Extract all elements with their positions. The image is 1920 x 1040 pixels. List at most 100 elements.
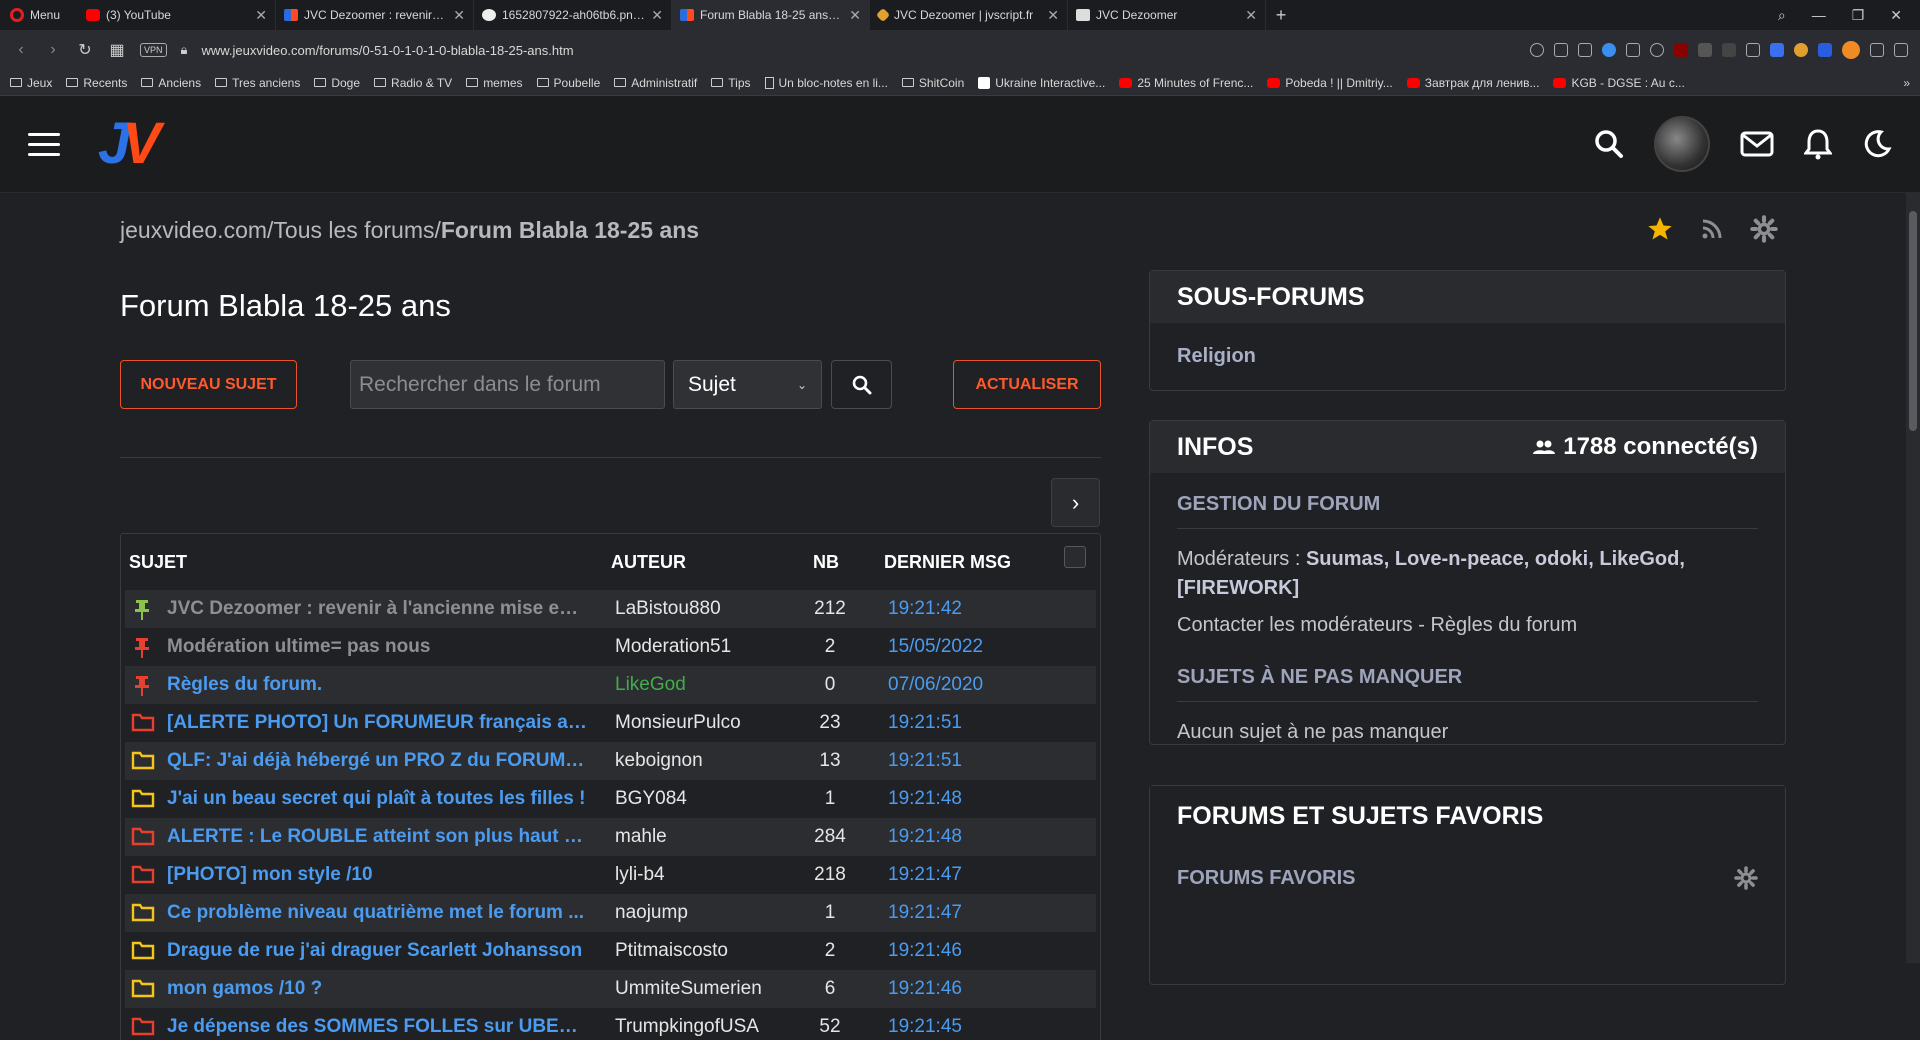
topic-author[interactable]: lyli-b4 [615, 864, 800, 886]
topic-link[interactable]: QLF: J'ai déjà hébergé un PRO Z du FORUM… [167, 750, 587, 772]
page-scrollbar[interactable] [1906, 193, 1920, 963]
avatar[interactable] [1654, 116, 1710, 172]
topic-last-message[interactable]: 19:21:48 [860, 788, 1020, 810]
topic-author[interactable]: keboignon [615, 750, 800, 772]
speed-dial-icon[interactable]: ▦ [108, 40, 126, 60]
bulb-icon[interactable] [1794, 43, 1808, 57]
lock-icon[interactable]: 🔒︎ [181, 42, 188, 58]
bookmark-item[interactable]: Завтрак для ленив... [1406, 76, 1539, 90]
jv-logo[interactable]: JV [98, 115, 161, 173]
new-tab-button[interactable]: + [1266, 5, 1296, 26]
camera-icon[interactable] [1578, 43, 1592, 57]
subforum-link-religion[interactable]: Religion [1177, 323, 1758, 390]
vpn-badge[interactable]: VPN [140, 43, 167, 57]
topic-link[interactable]: [ALERTE PHOTO] Un FORUMEUR français a u.… [167, 712, 587, 734]
topic-author[interactable]: LaBistou880 [615, 598, 800, 620]
metamask-icon[interactable] [1842, 41, 1860, 59]
next-page-button[interactable]: › [1051, 478, 1100, 527]
hamburger-menu-icon[interactable] [28, 132, 60, 156]
close-tab-icon[interactable]: ✕ [849, 7, 861, 24]
bookmark-item[interactable]: ShitCoin [901, 76, 964, 90]
topic-link[interactable]: Modération ultime= pas nous [167, 636, 430, 658]
search-scope-select[interactable]: Sujet ⌄ [673, 360, 822, 409]
refresh-button[interactable]: ACTUALISER [953, 360, 1101, 409]
select-all-checkbox[interactable] [1064, 546, 1086, 568]
mail-icon[interactable] [1740, 131, 1774, 157]
forum-rules-link[interactable]: Règles du forum [1430, 614, 1577, 636]
breadcrumb-forums[interactable]: Tous les forums [273, 217, 434, 243]
topic-author[interactable]: Moderation51 [615, 636, 800, 658]
bookmark-item[interactable]: Tres anciens [215, 76, 300, 90]
extension-badge-icon[interactable] [1698, 43, 1712, 57]
forum-search-input[interactable] [350, 360, 665, 409]
topic-last-message[interactable]: 07/06/2020 [860, 674, 1020, 696]
translate-icon[interactable] [1770, 43, 1784, 57]
topic-last-message[interactable]: 19:21:46 [860, 940, 1020, 962]
bookmark-item[interactable]: Anciens [141, 76, 201, 90]
browser-menu-button[interactable]: Menu [0, 8, 78, 22]
forward-icon[interactable]: › [44, 41, 62, 59]
cube-icon[interactable] [1870, 43, 1884, 57]
topic-author[interactable]: Ptitmaiscosto [615, 940, 800, 962]
sidebar-icon[interactable] [1746, 43, 1760, 57]
search-icon[interactable] [1594, 129, 1624, 159]
reload-icon[interactable]: ↻ [76, 40, 94, 60]
topic-link[interactable]: Drague de rue j'ai draguer Scarlett Joha… [167, 940, 582, 962]
bookmark-item[interactable]: Doge [314, 76, 360, 90]
minimize-icon[interactable]: — [1812, 7, 1826, 24]
topic-link[interactable]: JVC Dezoomer : revenir à l'ancienne mise… [167, 598, 587, 620]
bookmark-item[interactable]: KGB - DGSE : Au c... [1553, 76, 1685, 90]
topic-last-message[interactable]: 19:21:42 [860, 598, 1020, 620]
close-window-icon[interactable]: ✕ [1890, 7, 1902, 24]
topic-link[interactable]: mon gamos /10 ? [167, 978, 322, 1000]
send-icon[interactable] [1626, 43, 1640, 57]
bookmark-item[interactable]: Poubelle [536, 76, 600, 90]
bookmark-item[interactable]: Tips [711, 76, 751, 90]
topic-link[interactable]: Ce problème niveau quatrième met le foru… [167, 902, 584, 924]
topic-last-message[interactable]: 19:21:47 [860, 864, 1020, 886]
bookmark-item[interactable]: Pobeda ! || Dmitriy... [1267, 76, 1393, 90]
settings-gear-icon[interactable] [1750, 215, 1778, 243]
snapshot-icon[interactable] [1554, 43, 1568, 57]
extensions-icon[interactable] [1894, 43, 1908, 57]
topic-author[interactable]: mahle [615, 826, 800, 848]
heart-icon[interactable] [1650, 43, 1664, 57]
topic-last-message[interactable]: 15/05/2022 [860, 636, 1020, 658]
rss-icon[interactable] [1700, 217, 1724, 241]
topic-last-message[interactable]: 19:21:45 [860, 1016, 1020, 1038]
topic-author[interactable]: naojump [615, 902, 800, 924]
bookmark-item[interactable]: Un bloc-notes en li... [764, 76, 888, 90]
topic-author[interactable]: BGY084 [615, 788, 800, 810]
bookmark-item[interactable]: Ukraine Interactive... [978, 76, 1105, 90]
bookmark-item[interactable]: Administratif [614, 76, 697, 90]
breadcrumb-home[interactable]: jeuxvideo.com [120, 217, 267, 243]
bookmark-item[interactable]: Jeux [10, 76, 52, 90]
topic-link[interactable]: [PHOTO] mon style /10 [167, 864, 373, 886]
bitwarden-icon[interactable] [1722, 43, 1736, 57]
topic-link[interactable]: Je dépense des SOMMES FOLLES sur UBER ..… [167, 1016, 587, 1038]
favorites-settings-gear-icon[interactable] [1734, 866, 1758, 890]
browser-tab[interactable]: JVC Dezoomer : revenir à l' ✕ [276, 0, 474, 30]
back-icon[interactable]: ‹ [12, 41, 30, 59]
bookmarks-overflow-button[interactable]: » [1903, 76, 1910, 90]
close-tab-icon[interactable]: ✕ [255, 7, 267, 24]
topic-link[interactable]: J'ai un beau secret qui plaît à toutes l… [167, 788, 585, 810]
browser-tab[interactable]: JVC Dezoomer | jvscript.fr ✕ [870, 0, 1068, 30]
browser-tab[interactable]: JVC Dezoomer ✕ [1068, 0, 1266, 30]
shield-icon[interactable] [1602, 43, 1616, 57]
topic-link[interactable]: ALERTE : Le ROUBLE atteint son plus haut… [167, 826, 587, 848]
bookmark-item[interactable]: Radio & TV [374, 76, 452, 90]
star-icon[interactable] [1646, 215, 1674, 243]
scrollbar-thumb[interactable] [1909, 211, 1917, 431]
restore-icon[interactable]: ❐ [1852, 7, 1865, 24]
bookmark-item[interactable]: memes [466, 76, 523, 90]
browser-tab[interactable]: (3) YouTube ✕ [78, 0, 276, 30]
translator-icon[interactable] [1818, 43, 1832, 57]
search-tabs-icon[interactable]: ⌕ [1778, 7, 1786, 24]
topic-author[interactable]: MonsieurPulco [615, 712, 800, 734]
bell-icon[interactable] [1804, 128, 1832, 160]
ublock-icon[interactable] [1674, 43, 1688, 57]
new-topic-button[interactable]: NOUVEAU SUJET [120, 360, 297, 409]
topic-author[interactable]: LikeGod [615, 674, 800, 696]
topic-author[interactable]: TrumpkingofUSA [615, 1016, 800, 1038]
